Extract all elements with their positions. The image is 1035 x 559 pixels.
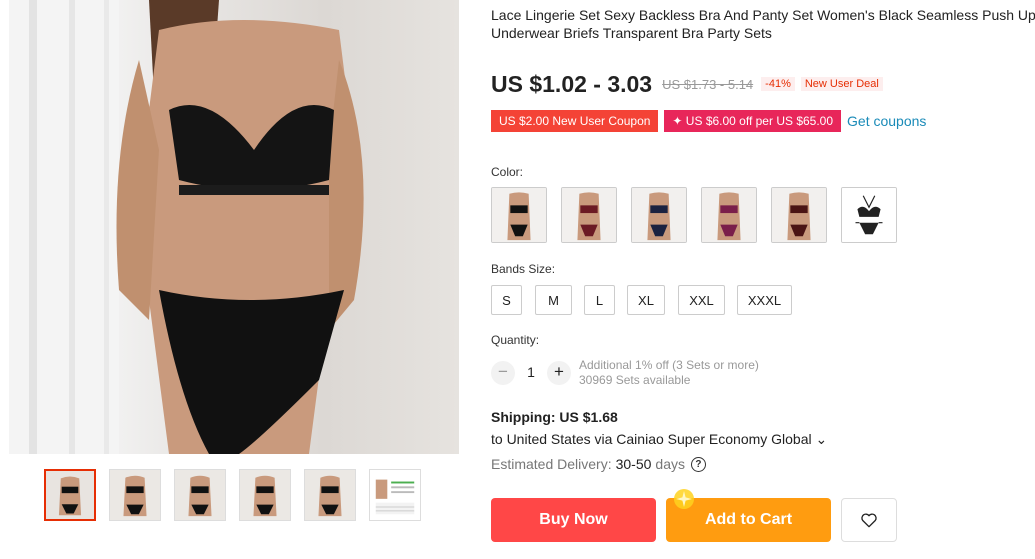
color-option-1[interactable] [491, 187, 547, 243]
coupon-row: US $2.00 New User Coupon ✦ US $6.00 off … [491, 110, 926, 132]
thumbnail-size-chart[interactable] [369, 469, 421, 521]
thumbnail-5[interactable] [304, 469, 356, 521]
heart-icon [861, 513, 877, 528]
thumbnail-photo [46, 471, 94, 519]
thumbnail-4[interactable] [239, 469, 291, 521]
size-option-s[interactable]: S [491, 285, 522, 315]
estimated-delivery: Estimated Delivery: 30-50 days ? [491, 456, 706, 472]
color-option-4[interactable] [701, 187, 757, 243]
size-option-xl[interactable]: XL [627, 285, 665, 315]
size-option-m[interactable]: M [535, 285, 572, 315]
wishlist-button[interactable] [841, 498, 897, 542]
get-coupons-link[interactable]: Get coupons [847, 113, 926, 129]
new-user-coupon[interactable]: US $2.00 New User Coupon [491, 110, 659, 132]
color-option-6[interactable] [841, 187, 897, 243]
current-price: US $1.02 - 3.03 [491, 70, 653, 97]
store-coupon[interactable]: ✦ US $6.00 off per US $65.00 [664, 110, 842, 132]
product-main-image[interactable] [9, 0, 459, 454]
help-icon[interactable]: ? [690, 456, 706, 472]
thumbnail-photo [175, 470, 225, 520]
color-swatch-line-drawing [842, 188, 896, 242]
quantity-value[interactable]: 1 [522, 364, 540, 380]
discount-badge: -41% [761, 77, 795, 91]
thumbnail-photo [305, 470, 355, 520]
thumbnail-1[interactable] [44, 469, 96, 521]
size-label: Bands Size: [491, 262, 556, 276]
color-label: Color: [491, 165, 524, 179]
color-option-5[interactable] [771, 187, 827, 243]
new-user-deal-badge: New User Deal [800, 77, 883, 91]
color-swatch-photo [772, 188, 826, 242]
size-option-l[interactable]: L [584, 285, 615, 315]
bulk-discount-note: Additional 1% off (3 Sets or more) [579, 358, 759, 372]
color-option-2[interactable] [561, 187, 617, 243]
delivery-unit: days [655, 456, 685, 472]
color-swatch-photo [702, 188, 756, 242]
thumbnail-2[interactable] [109, 469, 161, 521]
original-price: US $1.73 - 5.14 [662, 76, 754, 92]
quantity-increase-button[interactable]: + [547, 361, 571, 385]
stock-available-note: 30969 Sets available [579, 373, 691, 387]
thumbnail-3[interactable] [174, 469, 226, 521]
color-swatch-photo [632, 188, 686, 242]
color-option-3[interactable] [631, 187, 687, 243]
price-row: US $1.02 - 3.03 US $1.73 - 5.14 -41% New… [491, 70, 883, 98]
shipping-cost: Shipping: US $1.68 [491, 409, 618, 425]
color-swatch-photo [562, 188, 616, 242]
thumbnail-photo [240, 470, 290, 520]
quantity-note: Additional 1% off (3 Sets or more) 30969… [579, 358, 759, 388]
size-option-xxl[interactable]: XXL [678, 285, 725, 315]
product-title: Lace Lingerie Set Sexy Backless Bra And … [491, 7, 1035, 41]
sparkle-icon [672, 487, 696, 511]
quantity-decrease-button[interactable]: − [491, 361, 515, 385]
color-swatch-photo [492, 188, 546, 242]
shipping-method-selector[interactable]: to United States via Cainiao Super Econo… [491, 431, 827, 448]
thumbnail-photo [110, 470, 160, 520]
size-option-xxxl[interactable]: XXXL [737, 285, 792, 315]
size-chart-preview [370, 470, 420, 520]
quantity-label: Quantity: [491, 333, 540, 347]
delivery-days: 30-50 [615, 456, 652, 472]
delivery-label: Estimated Delivery: [491, 456, 612, 472]
buy-now-button[interactable]: Buy Now [491, 498, 656, 542]
model-photo-illustration [9, 0, 364, 454]
